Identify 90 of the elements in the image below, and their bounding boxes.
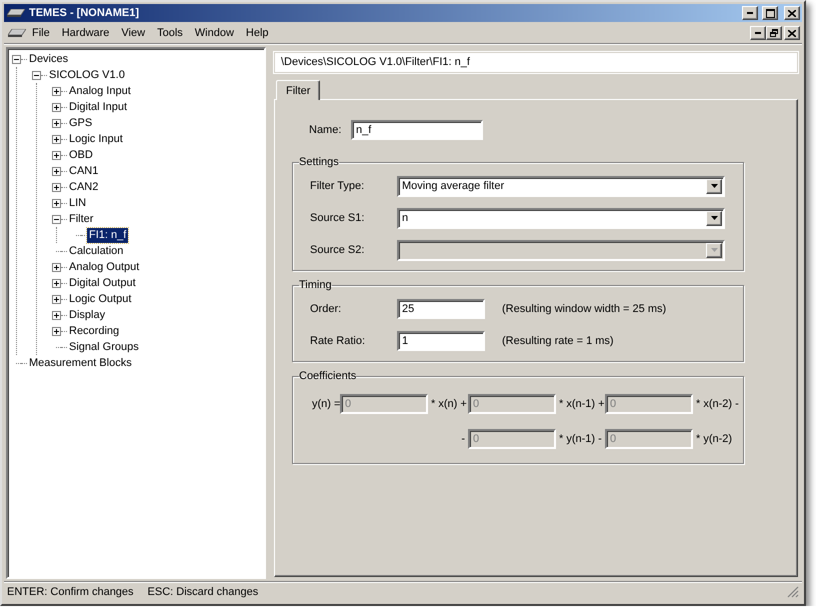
hint-text: (Resulting rate = 1 ms) [502,335,614,347]
tree-item[interactable]: Logic Output [67,292,134,306]
expander-icon[interactable] [52,182,61,192]
caret-icon [710,248,718,252]
resize-grip-icon [787,586,799,598]
dropdown[interactable]: Moving average filter [397,176,725,196]
group-title: Coefficients [299,370,356,382]
app-icon [7,9,25,17]
tree-item[interactable]: Signal Groups [67,340,141,354]
group-title: Settings [299,156,339,168]
minimize-icon [747,12,753,14]
formula-text: * x(n) + [430,398,468,410]
minimize-button[interactable] [750,26,766,40]
tree-item[interactable]: Analog Output [67,260,142,274]
expander-icon[interactable] [52,198,61,208]
expander-icon[interactable] [52,118,61,128]
tab[interactable]: Filter [276,80,320,100]
tree-item[interactable]: Measurement Blocks [27,356,134,370]
tree-item[interactable]: Digital Input [67,100,130,114]
path-field: \Devices\SICOLOG V1.0\Filter\FI1: n_f [274,52,798,73]
menu-item[interactable]: Help [240,27,275,39]
window-title: TEMES - [NONAME1] [29,7,140,19]
formula-text: * x(n-1) + [558,398,606,410]
caret-icon [710,216,718,220]
expander-icon[interactable] [52,294,61,304]
expander-icon[interactable] [52,150,61,160]
field-label: Source S1: [310,212,366,224]
expander-icon[interactable] [52,310,61,320]
number-input[interactable]: 1 [397,331,485,351]
tree-item[interactable]: Display [67,308,108,322]
formula-text: * x(n-2) - [695,398,740,410]
field-label: Filter Type: [310,180,366,192]
menu-item[interactable]: Tools [151,27,189,39]
formula-text: - [460,433,466,445]
expander-icon[interactable] [52,134,61,144]
expander-icon[interactable] [52,278,61,288]
number-input[interactable]: 25 [397,299,485,319]
menu-item[interactable]: View [115,27,152,39]
field-label: Order: [310,303,342,315]
close-icon [788,10,796,16]
document-icon [8,29,26,37]
menu-item[interactable]: File [26,27,56,39]
tree-item[interactable]: CAN2 [67,180,100,194]
status-text: ESC: Discard changes [148,586,258,598]
expander-icon[interactable] [52,86,61,96]
tree-item[interactable]: Analog Input [67,84,133,98]
dropdown-button[interactable] [706,178,722,194]
expander-icon[interactable] [12,54,21,64]
close-icon [788,30,796,36]
dropdown[interactable]: n [397,208,725,228]
formula-text: * y(n-2) [695,433,734,445]
close-button[interactable] [784,26,800,40]
minimize-icon [755,32,761,34]
formula-text: y(n) = [311,398,342,410]
tree-item[interactable]: SICOLOG V1.0 [47,68,127,82]
expander-icon[interactable] [52,214,61,224]
formula-text: * y(n-1) - [558,433,603,445]
field-label: Source S2: [310,244,366,256]
dropdown-button[interactable] [706,210,722,226]
close-button[interactable] [784,6,800,20]
tree-item[interactable]: Recording [67,324,122,338]
restore-icon [770,29,778,37]
expander-icon[interactable] [52,326,61,336]
tree-item[interactable]: Calculation [67,244,126,258]
expander-icon[interactable] [52,262,61,272]
field-label: Rate Ratio: [310,335,366,347]
group-title: Timing [299,279,332,291]
status-text: ENTER: Confirm changes [7,586,134,598]
tree-item[interactable]: FI1: n_f [87,228,128,242]
expander-icon[interactable] [52,102,61,112]
name-input[interactable]: n_f [351,120,483,140]
menu-item[interactable]: Hardware [56,27,116,39]
field-label: Name: [309,124,342,136]
tree-item[interactable]: CAN1 [67,164,100,178]
tree-item[interactable]: LIN [67,196,88,210]
tree-item[interactable]: Devices [27,52,70,66]
restore-button[interactable] [766,26,782,40]
menu-item[interactable]: Window [188,27,240,39]
minimize-button[interactable] [742,6,758,20]
expander-icon[interactable] [32,70,41,80]
caret-icon [710,184,718,188]
tree-item[interactable]: GPS [67,116,94,130]
tree-item[interactable]: Filter [67,212,96,226]
expander-icon[interactable] [52,166,61,176]
maximize-button[interactable] [762,6,778,20]
hint-text: (Resulting window width = 25 ms) [502,303,666,315]
tree-item[interactable]: OBD [67,148,95,162]
maximize-icon [766,8,774,18]
tree-item[interactable]: Digital Output [67,276,138,290]
tree-item[interactable]: Logic Input [67,132,125,146]
